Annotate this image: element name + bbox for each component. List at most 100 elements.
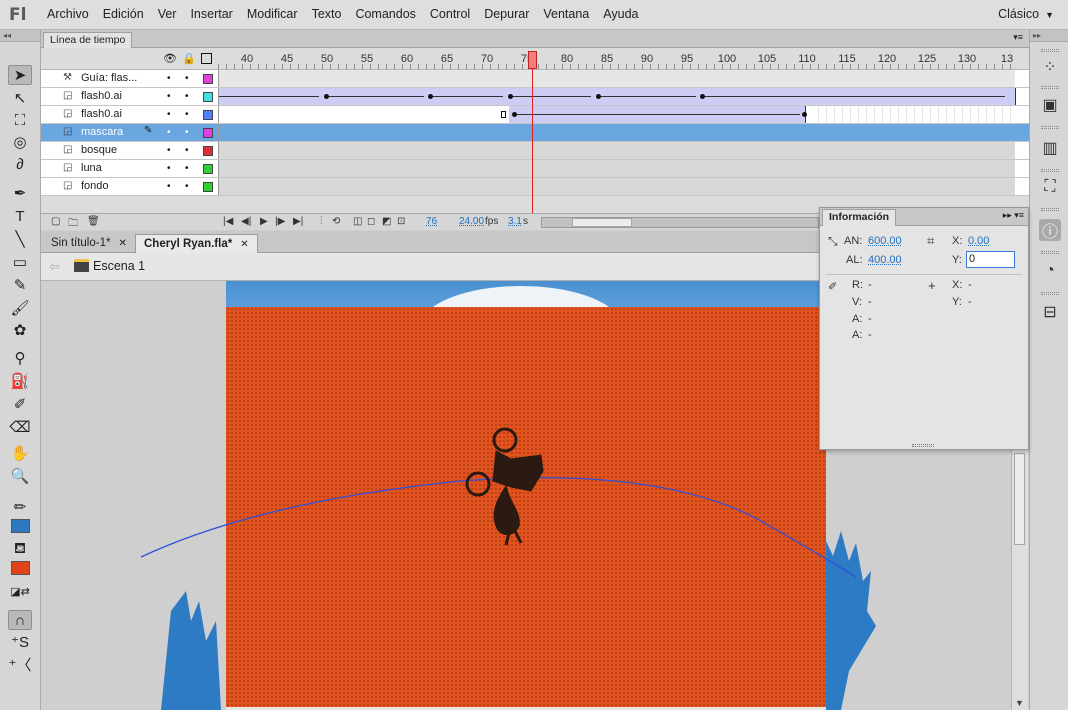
- expand-arrows-icon[interactable]: ▸▸: [1030, 30, 1068, 42]
- layer-name[interactable]: mascara: [81, 126, 123, 138]
- stage-vertical-scrollbar[interactable]: ▼: [1011, 449, 1028, 710]
- library-panel-icon[interactable]: ▣: [1039, 94, 1061, 116]
- visibility-dot[interactable]: •: [167, 145, 171, 156]
- smooth-icon[interactable]: ⁺S: [8, 632, 32, 652]
- deco-tool-icon[interactable]: ✿: [8, 320, 32, 340]
- layer-outline-color[interactable]: [203, 92, 213, 102]
- layer-name[interactable]: Guía: flas...: [81, 72, 137, 84]
- paint-bucket-tool-icon[interactable]: ⛽: [8, 371, 32, 391]
- empty-keyframe[interactable]: [501, 111, 506, 118]
- panel-controls-icon[interactable]: ▸▸ ▾≡: [1003, 210, 1024, 221]
- layer-outline-color[interactable]: [203, 110, 213, 120]
- transform-panel-icon[interactable]: ⛶: [1039, 176, 1061, 198]
- align-panel-icon[interactable]: ⊟: [1039, 301, 1061, 323]
- menu-comandos[interactable]: Comandos: [355, 7, 415, 21]
- fill-color-icon[interactable]: ⛾: [8, 539, 32, 559]
- layer-row[interactable]: ⚒ Guía: flas... • •: [41, 70, 1029, 88]
- eye-icon[interactable]: 👁: [163, 52, 177, 65]
- timeline-scrollbar[interactable]: [541, 217, 819, 228]
- workspace-switcher[interactable]: Clásico ▼: [998, 7, 1054, 21]
- frame-strip[interactable]: [218, 160, 1015, 177]
- lock-dot[interactable]: •: [185, 109, 189, 120]
- elapsed-time[interactable]: 3.1: [508, 216, 522, 227]
- resize-grip[interactable]: [912, 444, 934, 447]
- collapse-arrows-icon[interactable]: ◂◂: [0, 30, 40, 42]
- stroke-color-icon[interactable]: ✏: [8, 497, 32, 517]
- modify-markers-icon[interactable]: ⊡: [397, 216, 405, 227]
- rectangle-tool-icon[interactable]: ▭: [8, 252, 32, 272]
- pen-tool-icon[interactable]: ✒: [8, 183, 32, 203]
- lock-dot[interactable]: •: [185, 181, 189, 192]
- components-panel-icon[interactable]: ▥: [1039, 137, 1061, 159]
- height-value[interactable]: 400.00: [868, 254, 902, 266]
- onion-outline-icon[interactable]: ◻: [367, 216, 375, 227]
- layer-name[interactable]: fondo: [81, 180, 109, 192]
- lasso-tool-icon[interactable]: ∂: [8, 154, 32, 174]
- menu-control[interactable]: Control: [430, 7, 470, 21]
- fill-color-swatch[interactable]: [11, 561, 30, 575]
- visibility-dot[interactable]: •: [167, 181, 171, 192]
- layer-row[interactable]: ◲ flash0.ai • •: [41, 88, 1029, 106]
- layer-row[interactable]: ◲ fondo • •: [41, 178, 1029, 196]
- menu-archivo[interactable]: Archivo: [47, 7, 89, 21]
- play-icon[interactable]: ▶: [260, 216, 268, 227]
- frame-strip[interactable]: [218, 70, 1015, 87]
- layer-row[interactable]: ◲ mascara ✎ • •: [41, 124, 1029, 142]
- layer-row[interactable]: ◲ luna • •: [41, 160, 1029, 178]
- scroll-thumb[interactable]: [1014, 453, 1025, 545]
- width-value[interactable]: 600.00: [868, 235, 902, 247]
- step-forward-icon[interactable]: |▶: [275, 216, 285, 227]
- color-panel-icon[interactable]: ⁘: [1039, 56, 1061, 78]
- frame-strip[interactable]: [218, 178, 1015, 195]
- scroll-thumb[interactable]: [572, 218, 632, 227]
- layer-outline-color[interactable]: [203, 182, 213, 192]
- edit-multiple-frames-icon[interactable]: ◩: [382, 216, 391, 227]
- close-icon[interactable]: ✕: [240, 239, 248, 250]
- menu-depurar[interactable]: Depurar: [484, 7, 529, 21]
- zoom-tool-icon[interactable]: 🔍: [8, 466, 32, 486]
- new-layer-icon[interactable]: ▢: [51, 216, 60, 227]
- center-frame-icon[interactable]: ⫶: [320, 216, 323, 227]
- loop-icon[interactable]: ⟲: [332, 216, 340, 227]
- 3d-rotation-tool-icon[interactable]: ◎: [8, 132, 32, 152]
- snap-magnet-icon[interactable]: ∩: [8, 610, 32, 630]
- onion-skin-icon[interactable]: ◫: [353, 216, 362, 227]
- visibility-dot[interactable]: •: [167, 91, 171, 102]
- frame-rate[interactable]: 24.00: [459, 216, 484, 227]
- layer-name[interactable]: flash0.ai: [81, 108, 122, 120]
- frame-strip[interactable]: [218, 106, 1016, 123]
- keyframe[interactable]: [802, 112, 807, 117]
- x-value[interactable]: 0.00: [968, 235, 989, 247]
- subselection-tool-icon[interactable]: ↖: [8, 88, 32, 108]
- lock-dot[interactable]: •: [185, 91, 189, 102]
- current-frame[interactable]: 76: [426, 216, 437, 227]
- info-tab[interactable]: Información: [822, 209, 897, 226]
- layer-outline-color[interactable]: [203, 128, 213, 138]
- menu-texto[interactable]: Texto: [312, 7, 342, 21]
- line-tool-icon[interactable]: ╲: [8, 229, 32, 249]
- menu-ayuda[interactable]: Ayuda: [603, 7, 638, 21]
- scene-name[interactable]: Escena 1: [93, 259, 145, 273]
- lock-dot[interactable]: •: [185, 73, 189, 84]
- timeline-tab[interactable]: Línea de tiempo: [43, 32, 133, 48]
- visibility-dot[interactable]: •: [167, 163, 171, 174]
- lock-dot[interactable]: •: [185, 145, 189, 156]
- visibility-dot[interactable]: •: [167, 73, 171, 84]
- menu-ver[interactable]: Ver: [158, 7, 177, 21]
- go-to-first-icon[interactable]: |◀: [223, 216, 233, 227]
- frame-strip[interactable]: [218, 142, 1015, 159]
- menu-modificar[interactable]: Modificar: [247, 7, 298, 21]
- motion-presets-icon[interactable]: ◔: [1039, 260, 1061, 282]
- text-tool-icon[interactable]: T: [8, 206, 32, 226]
- outline-icon[interactable]: [201, 53, 212, 64]
- info-panel-icon[interactable]: ⓘ: [1039, 219, 1061, 241]
- step-back-icon[interactable]: ◀|: [241, 216, 251, 227]
- menu-edicion[interactable]: Edición: [103, 7, 144, 21]
- eraser-tool-icon[interactable]: ⌫: [8, 417, 32, 437]
- layer-row[interactable]: ◲ flash0.ai • •: [41, 106, 1029, 124]
- menu-ventana[interactable]: Ventana: [543, 7, 589, 21]
- grid-registration-icon[interactable]: ⌗: [927, 233, 934, 249]
- panel-menu-icon[interactable]: ▾≡: [1013, 32, 1023, 43]
- brush-tool-icon[interactable]: 🖌: [8, 298, 32, 318]
- layer-name[interactable]: bosque: [81, 144, 117, 156]
